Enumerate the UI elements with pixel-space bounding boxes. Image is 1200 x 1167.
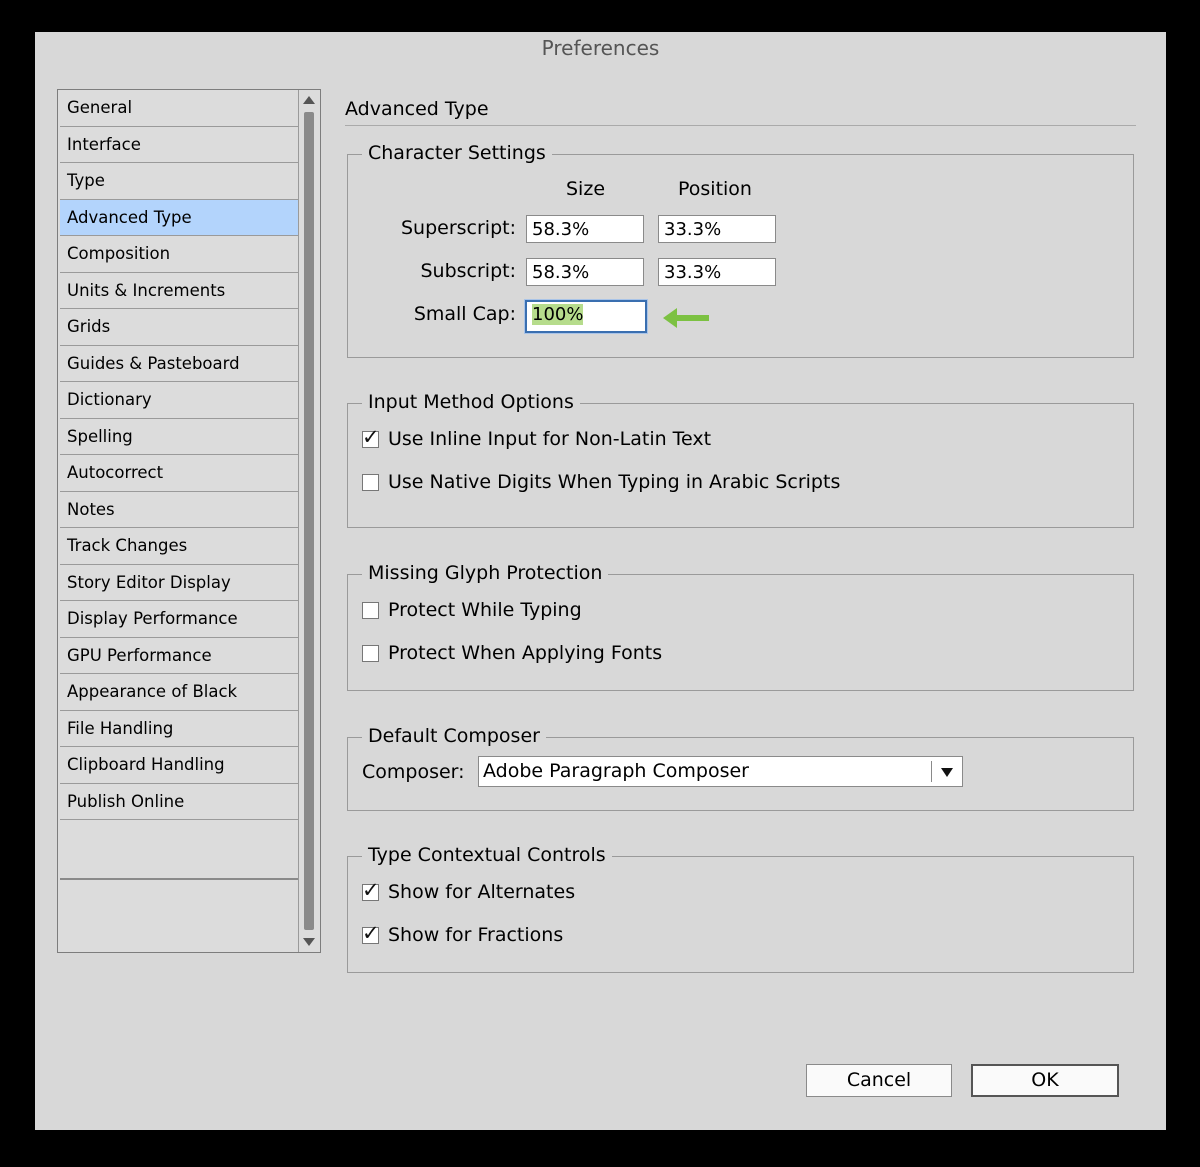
- composer-select[interactable]: Adobe Paragraph Composer: [478, 756, 963, 787]
- scroll-down-icon[interactable]: [303, 938, 315, 946]
- small-cap-label: Small Cap:: [413, 303, 516, 325]
- sidebar-divider: [60, 878, 298, 880]
- scroll-up-icon[interactable]: [303, 96, 315, 104]
- group-title: Default Composer: [362, 722, 546, 750]
- default-composer-group: Default Composer Composer: Adobe Paragra…: [347, 722, 1134, 811]
- panel-title-divider: [345, 125, 1136, 126]
- protect-while-typing-label: Protect While Typing: [388, 599, 582, 621]
- preferences-sidebar: General Interface Type Advanced Type Composi…: [57, 89, 321, 953]
- sidebar-item-publish-online[interactable]: Publish Online: [60, 784, 298, 820]
- protect-applying-fonts-checkbox[interactable]: [362, 644, 379, 662]
- group-title: Input Method Options: [362, 388, 580, 416]
- inline-input-checkbox[interactable]: ✓: [362, 425, 380, 449]
- character-settings-group: Character Settings Size Position Supersc…: [347, 139, 1134, 358]
- sidebar-item-dictionary[interactable]: Dictionary: [60, 382, 298, 419]
- protect-applying-fonts-option[interactable]: Protect When Applying Fonts: [362, 642, 662, 664]
- sidebar-item-composition[interactable]: Composition: [60, 236, 298, 273]
- native-digits-option[interactable]: Use Native Digits When Typing in Arabic …: [362, 471, 840, 493]
- subscript-position-field[interactable]: 33.3%: [658, 258, 776, 286]
- sidebar-list: General Interface Type Advanced Type Composi…: [60, 90, 298, 820]
- inline-input-label: Use Inline Input for Non-Latin Text: [388, 428, 712, 450]
- contextual-controls-group: Type Contextual Controls ✓ Show for Alte…: [347, 841, 1134, 973]
- composer-value: Adobe Paragraph Composer: [483, 760, 749, 782]
- superscript-position-field[interactable]: 33.3%: [658, 215, 776, 243]
- preferences-dialog: Preferences General Interface Type Advanced…: [35, 32, 1166, 1130]
- small-cap-field[interactable]: 100%: [525, 300, 647, 333]
- sidebar-item-display-performance[interactable]: Display Performance: [60, 601, 298, 638]
- panel-title: Advanced Type: [345, 98, 489, 120]
- chevron-down-icon[interactable]: [941, 768, 953, 777]
- sidebar-item-guides-pasteboard[interactable]: Guides & Pasteboard: [60, 346, 298, 382]
- check-icon: ✓: [362, 920, 380, 945]
- group-title: Type Contextual Controls: [362, 841, 612, 869]
- protect-applying-fonts-label: Protect When Applying Fonts: [388, 642, 663, 664]
- small-cap-value: 100%: [532, 304, 584, 325]
- show-alternates-checkbox[interactable]: ✓: [362, 878, 380, 902]
- native-digits-label: Use Native Digits When Typing in Arabic …: [388, 471, 841, 493]
- sidebar-scrollbar[interactable]: [298, 90, 320, 952]
- input-method-group: Input Method Options ✓ Use Inline Input …: [347, 388, 1134, 528]
- sidebar-item-units-increments[interactable]: Units & Increments: [60, 273, 298, 309]
- select-divider: [931, 761, 932, 782]
- subscript-label: Subscript:: [420, 260, 516, 282]
- ok-button[interactable]: OK: [971, 1064, 1119, 1097]
- protect-while-typing-checkbox[interactable]: [362, 601, 379, 619]
- superscript-size-field[interactable]: 58.3%: [526, 215, 644, 243]
- sidebar-item-notes[interactable]: Notes: [60, 492, 298, 528]
- size-column-header: Size: [566, 178, 606, 200]
- window-title: Preferences: [541, 36, 660, 60]
- group-title: Missing Glyph Protection: [362, 559, 609, 587]
- position-column-header: Position: [678, 178, 752, 200]
- inline-input-option[interactable]: ✓ Use Inline Input for Non-Latin Text: [362, 425, 712, 450]
- show-alternates-option[interactable]: ✓ Show for Alternates: [362, 878, 576, 903]
- check-icon: ✓: [362, 424, 380, 449]
- sidebar-item-grids[interactable]: Grids: [60, 309, 298, 346]
- sidebar-item-track-changes[interactable]: Track Changes: [60, 528, 298, 565]
- show-alternates-label: Show for Alternates: [388, 881, 576, 903]
- sidebar-item-gpu-performance[interactable]: GPU Performance: [60, 638, 298, 674]
- check-icon: ✓: [362, 877, 380, 902]
- native-digits-checkbox[interactable]: [362, 473, 379, 491]
- scrollbar-thumb[interactable]: [304, 112, 314, 930]
- show-fractions-option[interactable]: ✓ Show for Fractions: [362, 921, 564, 946]
- composer-label: Composer:: [362, 761, 465, 783]
- cancel-button[interactable]: Cancel: [806, 1064, 952, 1097]
- sidebar-item-clipboard-handling[interactable]: Clipboard Handling: [60, 747, 298, 784]
- sidebar-item-advanced-type[interactable]: Advanced Type: [60, 199, 298, 236]
- sidebar-item-autocorrect[interactable]: Autocorrect: [60, 455, 298, 492]
- missing-glyph-group: Missing Glyph Protection Protect While T…: [347, 559, 1134, 691]
- left-arrow-icon: [663, 308, 709, 328]
- show-fractions-label: Show for Fractions: [388, 924, 564, 946]
- group-title: Character Settings: [362, 139, 552, 167]
- sidebar-item-type[interactable]: Type: [60, 163, 298, 200]
- sidebar-item-story-editor-display[interactable]: Story Editor Display: [60, 565, 298, 601]
- sidebar-item-spelling[interactable]: Spelling: [60, 419, 298, 455]
- subscript-size-field[interactable]: 58.3%: [526, 258, 644, 286]
- sidebar-item-interface[interactable]: Interface: [60, 127, 298, 163]
- protect-while-typing-option[interactable]: Protect While Typing: [362, 599, 582, 621]
- show-fractions-checkbox[interactable]: ✓: [362, 921, 380, 945]
- superscript-label: Superscript:: [400, 217, 516, 239]
- sidebar-item-file-handling[interactable]: File Handling: [60, 711, 298, 747]
- sidebar-item-appearance-of-black[interactable]: Appearance of Black: [60, 674, 298, 711]
- sidebar-item-general[interactable]: General: [60, 90, 298, 127]
